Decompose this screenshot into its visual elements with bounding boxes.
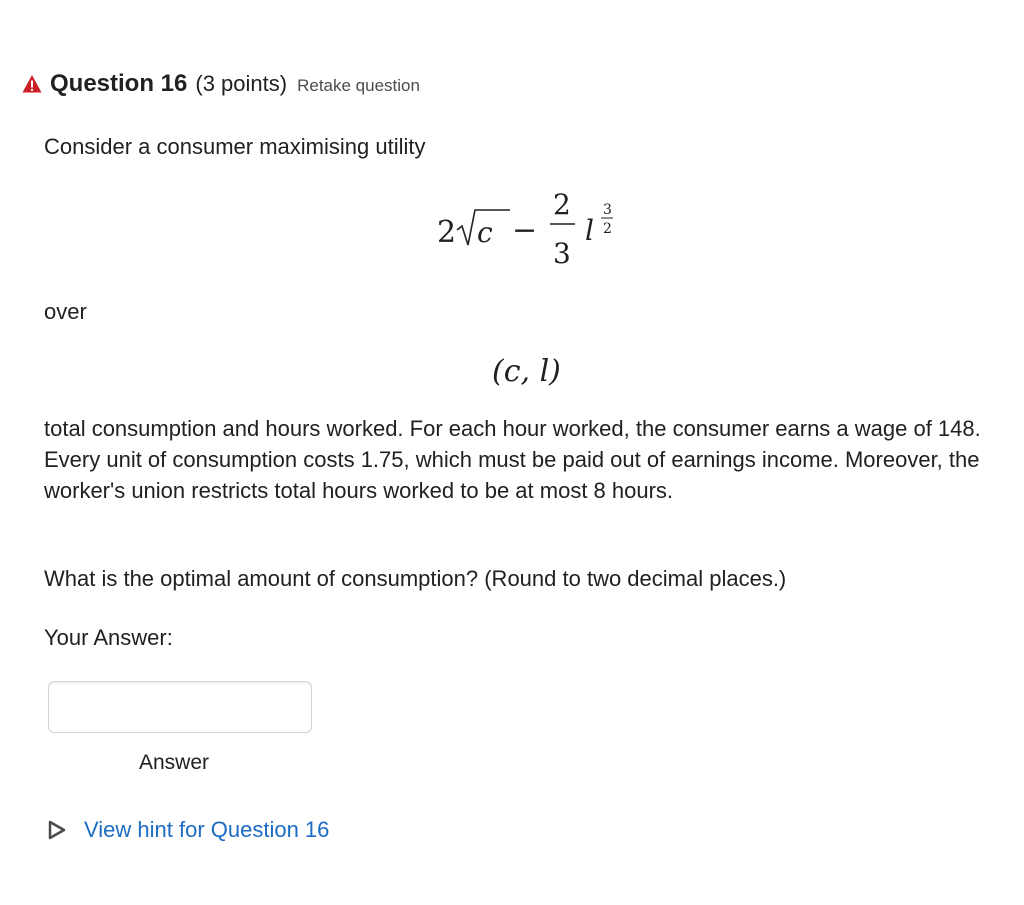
retake-question-link[interactable]: Retake question: [297, 76, 420, 96]
fraction-numerator: 2: [553, 188, 571, 221]
view-hint-link[interactable]: View hint for Question 16: [84, 817, 329, 843]
answer-field-label: Answer: [139, 751, 210, 774]
question-prompt: What is the optimal amount of consumptio…: [44, 566, 787, 591]
triangle-right-icon: [48, 820, 66, 840]
answer-input[interactable]: [48, 681, 312, 733]
question-header: Question 16 (3 points) Retake question: [22, 70, 420, 98]
question-page: Question 16 (3 points) Retake question C…: [0, 0, 1024, 905]
question-intro: Consider a consumer maximising utility: [44, 134, 426, 159]
formula-coef: 2: [437, 215, 456, 250]
fraction-denominator: 3: [553, 237, 571, 270]
formula-var-l: l: [585, 214, 594, 247]
your-answer-label: Your Answer:: [44, 625, 173, 650]
utility-function-formula: 2 c − 2 3 l 3 2: [437, 188, 613, 270]
choice-variables-text: (c, l): [492, 354, 561, 389]
question-title: Question 16: [50, 70, 188, 97]
view-hint-toggle[interactable]: View hint for Question 16: [48, 817, 329, 843]
question-body: total consumption and hours worked. For …: [44, 416, 981, 503]
warning-icon: [22, 75, 42, 93]
question-points: (3 points): [195, 71, 288, 96]
exponent-denominator: 2: [603, 221, 612, 237]
exponent-numerator: 3: [603, 202, 612, 218]
choice-variables-formula: (c, l): [492, 354, 561, 389]
formula-minus: −: [512, 213, 537, 248]
over-text: over: [44, 299, 87, 324]
formula-var-c: c: [477, 216, 493, 249]
